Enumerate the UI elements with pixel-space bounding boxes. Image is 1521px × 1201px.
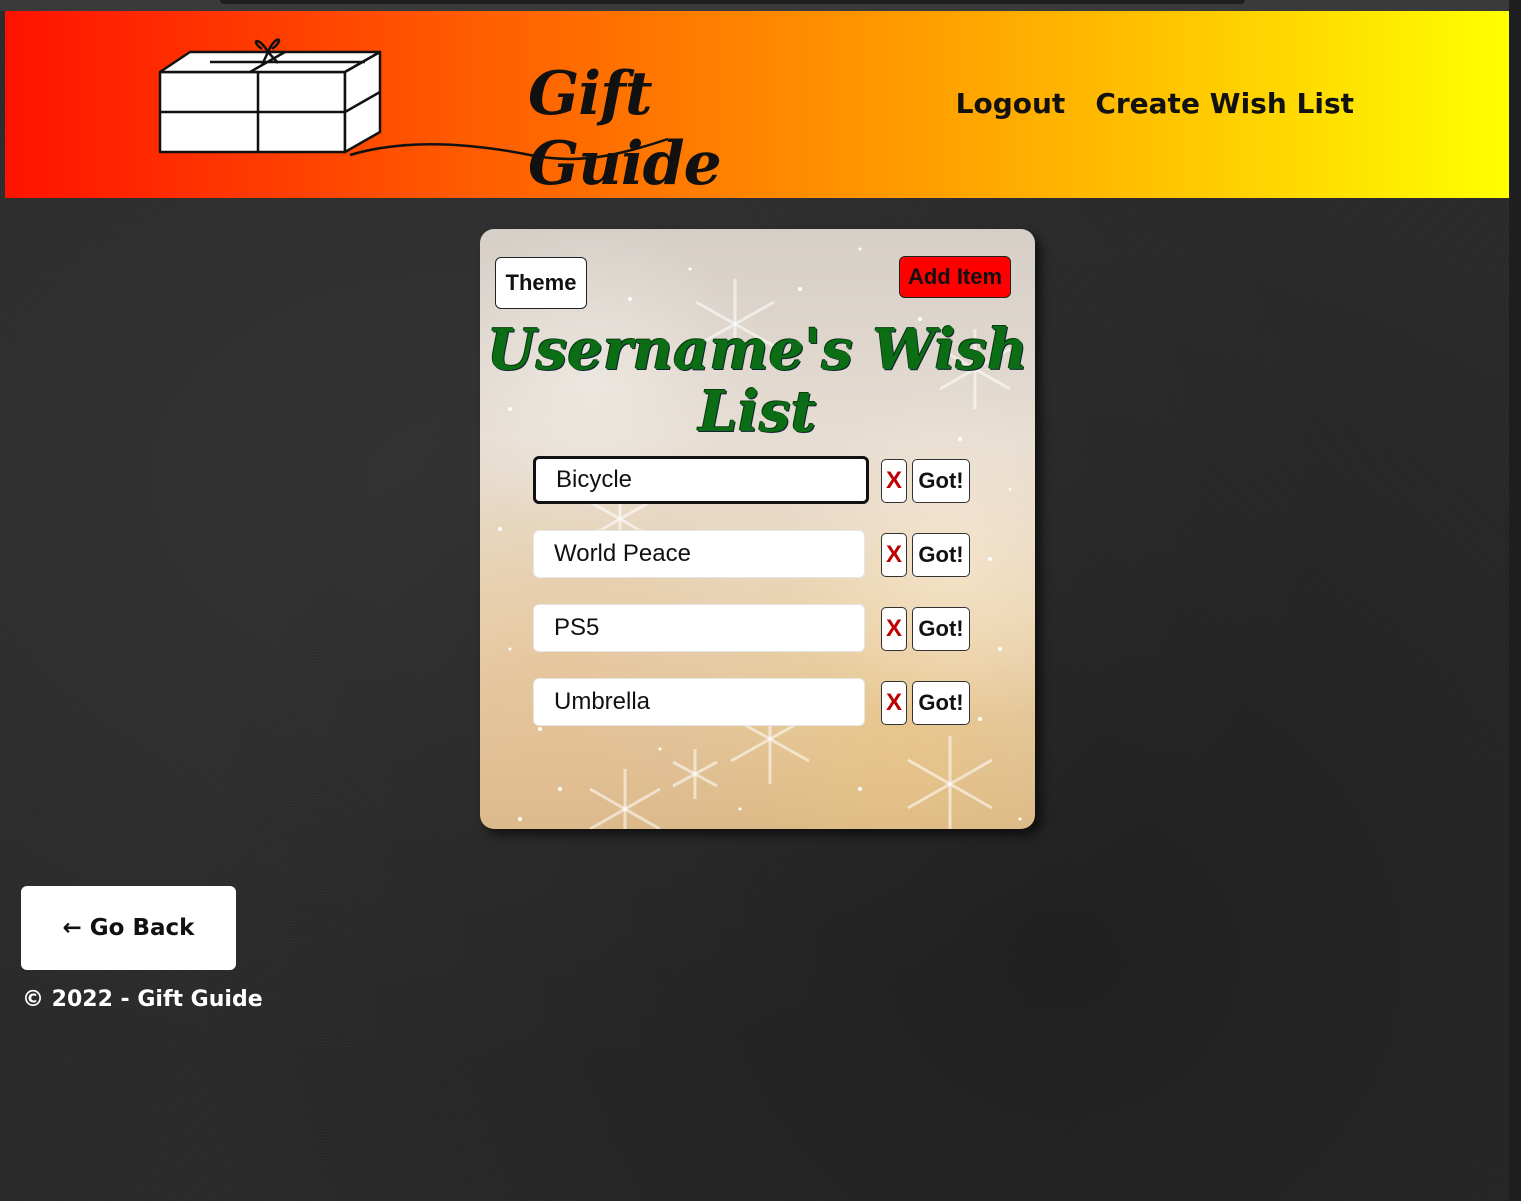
remove-item-button[interactable]: X [881,533,907,577]
remove-item-button[interactable]: X [881,681,907,725]
wish-list-title: Username's Wish List [487,317,1028,445]
create-wish-list-link[interactable]: Create Wish List [1095,87,1354,120]
gift-guide-logo[interactable]: Gift Guide [150,27,722,199]
site-header: Gift Guide Logout Create Wish List [5,11,1509,199]
got-item-button[interactable]: Got! [912,459,970,503]
item-input[interactable] [533,530,865,578]
add-item-button[interactable]: Add Item [899,256,1011,298]
logo-text: Gift Guide [528,59,722,199]
got-item-button[interactable]: Got! [912,681,970,725]
go-back-button[interactable]: ← Go Back [21,886,236,970]
browser-tab-bar [220,0,1245,4]
item-input[interactable] [533,678,865,726]
wish-list-card: Theme Add Item Username's Wish List X Go… [480,229,1035,829]
logout-link[interactable]: Logout [956,87,1066,120]
item-input[interactable] [533,456,869,504]
got-item-button[interactable]: Got! [912,533,970,577]
theme-button[interactable]: Theme [495,257,587,309]
remove-item-button[interactable]: X [881,459,907,503]
footer-copyright: © 2022 - Gift Guide [22,987,263,1012]
side-code-strip [1509,0,1521,1201]
browser-top-strip [0,0,1509,11]
remove-item-button[interactable]: X [881,607,907,651]
item-input[interactable] [533,604,865,652]
got-item-button[interactable]: Got! [912,607,970,651]
header-nav: Logout Create Wish List [956,87,1354,120]
